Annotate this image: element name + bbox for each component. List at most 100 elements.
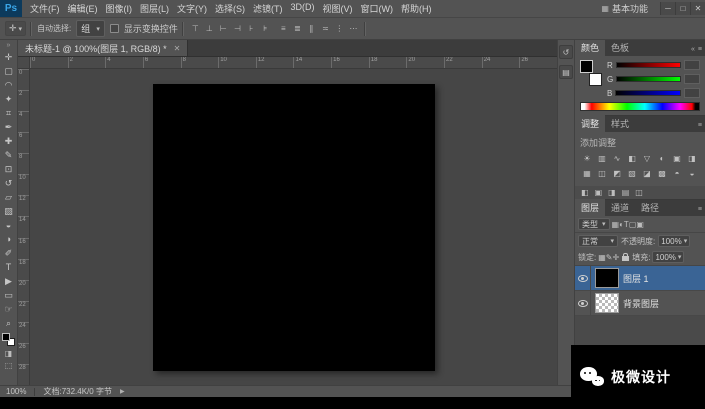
tab-styles[interactable]: 样式 [605,115,635,132]
show-transform-checkbox[interactable] [109,24,119,33]
toolbar-collapse-icon[interactable]: » [7,41,11,50]
hand-tool-icon[interactable]: ☞ [0,302,17,316]
adjustment-icon[interactable]: ◪ [640,167,654,180]
blue-slider[interactable] [615,90,681,96]
workspace-switcher[interactable]: ▦ 基本功能 [595,2,654,15]
document-tab[interactable]: 未标题-1 @ 100%(图层 1, RGB/8) * ✕ [18,40,189,56]
healing-brush-tool-icon[interactable]: ✚ [0,134,17,148]
tool-preset-picker[interactable]: ✛ ▾ [5,21,27,36]
align-icon[interactable]: ⊤ [189,22,202,35]
adjustment-icon[interactable]: ◐ [655,152,669,165]
adjustment-icon[interactable]: ◒ [685,167,699,180]
green-value-field[interactable] [684,74,700,84]
visibility-toggle[interactable] [575,266,591,290]
gradient-tool-icon[interactable]: ▨ [0,204,17,218]
menu-item[interactable]: 窗口(W) [357,2,398,15]
minimize-button[interactable]: ─ [660,2,675,15]
distribute-icon[interactable]: ≡ [277,22,290,35]
lock-all-icon[interactable] [622,253,630,261]
history-brush-tool-icon[interactable]: ↺ [0,176,17,190]
history-panel-icon[interactable]: ↺ [559,45,573,59]
layer-row-layer-1[interactable]: 图层 1 [575,266,705,291]
clone-stamp-tool-icon[interactable]: ⊡ [0,162,17,176]
rectangular-marquee-tool-icon[interactable]: ▢ [0,64,17,78]
foreground-color-swatch[interactable] [2,333,10,341]
tab-channels[interactable]: 通道 [605,199,635,216]
lock-option-icon[interactable]: ✛ [613,253,620,262]
tab-swatches[interactable]: 色板 [605,40,635,56]
panel-shortcut-icon[interactable]: ◧ [581,188,589,197]
ruler-origin-corner[interactable] [18,57,30,69]
color-spectrum-ramp[interactable] [580,102,700,111]
layer-thumbnail[interactable] [595,268,619,288]
red-value-field[interactable] [684,60,700,70]
menu-item[interactable]: 图层(L) [136,2,173,15]
visibility-toggle[interactable] [575,291,591,315]
layer-row-background[interactable]: 背景图层 [575,291,705,316]
menu-item[interactable]: 滤镜(T) [249,2,287,15]
adjustment-icon[interactable]: ∿ [610,152,624,165]
distribute-icon[interactable]: ⋮ [333,22,346,35]
lock-option-icon[interactable]: ▦ [598,253,606,262]
type-tool-icon[interactable]: T [0,260,17,274]
align-icon[interactable]: ⊦ [245,22,258,35]
opacity-field[interactable]: 100% ▾ [658,235,691,247]
quick-mask-mode-icon[interactable]: ◨ [5,349,13,358]
adjustment-icon[interactable]: ▽ [640,152,654,165]
red-slider[interactable] [615,62,681,68]
align-icon[interactable]: ⊧ [259,22,272,35]
align-icon[interactable]: ⊣ [231,22,244,35]
color-panel-swatches[interactable] [580,60,602,86]
layer-thumbnail[interactable] [595,293,619,313]
menu-item[interactable]: 选择(S) [211,2,249,15]
panel-shortcut-icon[interactable]: ◫ [635,188,643,197]
fill-field[interactable]: 100% ▾ [652,251,685,263]
adjustment-icon[interactable]: ▧ [625,167,639,180]
properties-panel-icon[interactable]: ▤ [559,65,573,79]
shape-tool-icon[interactable]: ▭ [0,288,17,302]
menu-item[interactable]: 文字(Y) [173,2,211,15]
menu-item[interactable]: 视图(V) [319,2,357,15]
distribute-icon[interactable]: ∥ [305,22,318,35]
lasso-tool-icon[interactable]: ◠ [0,78,17,92]
layer-filter-kind-dropdown[interactable]: 类型 ▾ [578,218,610,230]
panel-shortcut-icon[interactable]: ◨ [608,188,616,197]
tab-color[interactable]: 颜色 [575,40,606,56]
adjustment-icon[interactable]: ◨ [685,152,699,165]
menu-item[interactable]: 编辑(E) [64,2,102,15]
tab-adjustments[interactable]: 调整 [575,115,606,132]
menu-item[interactable]: 图像(I) [102,2,137,15]
adjustment-icon[interactable]: ◫ [595,167,609,180]
distribute-icon[interactable]: ≍ [319,22,332,35]
panel-menu-icon[interactable]: ≡ [698,122,702,129]
maximize-button[interactable]: □ [675,2,690,15]
dodge-tool-icon[interactable]: ◑ [0,232,17,246]
path-selection-tool-icon[interactable]: ▶ [0,274,17,288]
layer-filter-icon[interactable]: ▦ [612,220,620,229]
adjustment-icon[interactable]: ◩ [610,167,624,180]
background-color-swatch[interactable] [589,73,602,86]
auto-select-dropdown[interactable]: 组 ▾ [76,20,105,37]
adjustment-icon[interactable]: ▣ [670,152,684,165]
panel-collapse-icon[interactable]: « [691,46,695,53]
foreground-background-swatches[interactable] [2,333,15,346]
eyedropper-tool-icon[interactable]: ✒ [0,120,17,134]
panel-menu-icon[interactable]: ≡ [698,46,702,53]
adjustment-icon[interactable]: ◧ [625,152,639,165]
quick-selection-tool-icon[interactable]: ✦ [0,92,17,106]
distribute-icon[interactable]: ≣ [291,22,304,35]
tab-paths[interactable]: 路径 [635,199,665,216]
lock-option-icon[interactable]: ✎ [606,253,613,262]
adjustment-icon[interactable]: ▥ [595,152,609,165]
screen-mode-icon[interactable]: ⬚ [5,361,13,370]
zoom-tool-icon[interactable]: ⌕ [0,316,17,330]
tab-close-icon[interactable]: ✕ [174,44,181,53]
panel-menu-icon[interactable]: ≡ [698,206,702,213]
foreground-color-swatch[interactable] [580,60,593,73]
green-slider[interactable] [616,76,681,82]
close-button[interactable]: ✕ [690,2,705,15]
align-icon[interactable]: ⊢ [217,22,230,35]
move-tool-icon[interactable]: ✛ [0,50,17,64]
menu-item[interactable]: 文件(F) [26,2,64,15]
panel-shortcut-icon[interactable]: ▤ [622,188,630,197]
